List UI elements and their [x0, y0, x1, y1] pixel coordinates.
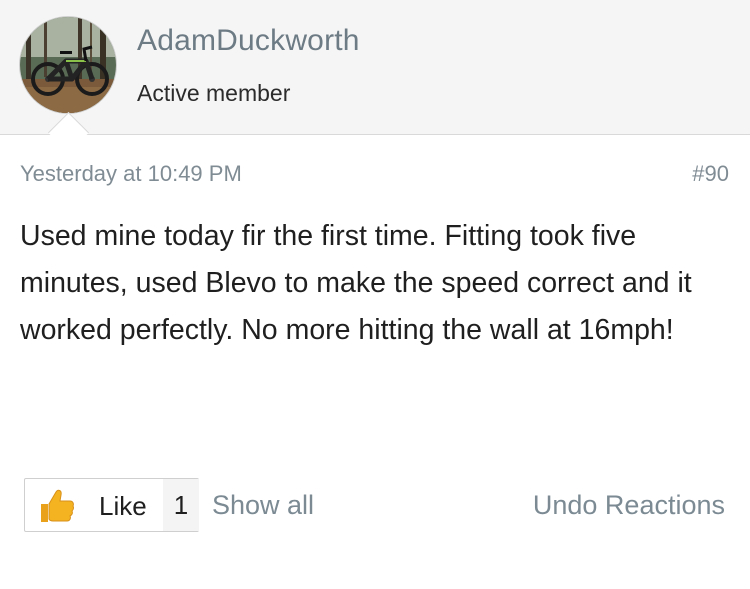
author-username[interactable]: AdamDuckworth: [137, 24, 360, 58]
avatar[interactable]: [20, 17, 116, 113]
post-number[interactable]: #90: [692, 161, 729, 187]
like-label: Like: [99, 491, 147, 521]
post-body: Used mine today fir the first time. Fitt…: [20, 220, 692, 346]
like-button[interactable]: Like 1: [24, 478, 199, 532]
show-all-link[interactable]: Show all: [212, 490, 314, 521]
post-header: AdamDuckworth Active member: [0, 0, 750, 135]
undo-reactions-link[interactable]: Undo Reactions: [533, 490, 725, 521]
post-timestamp[interactable]: Yesterday at 10:49 PM: [20, 161, 242, 187]
avatar-bike-photo: [20, 17, 116, 113]
thumbs-up-icon: [41, 489, 74, 522]
author-title: Active member: [137, 80, 291, 106]
like-count: 1: [163, 479, 199, 531]
